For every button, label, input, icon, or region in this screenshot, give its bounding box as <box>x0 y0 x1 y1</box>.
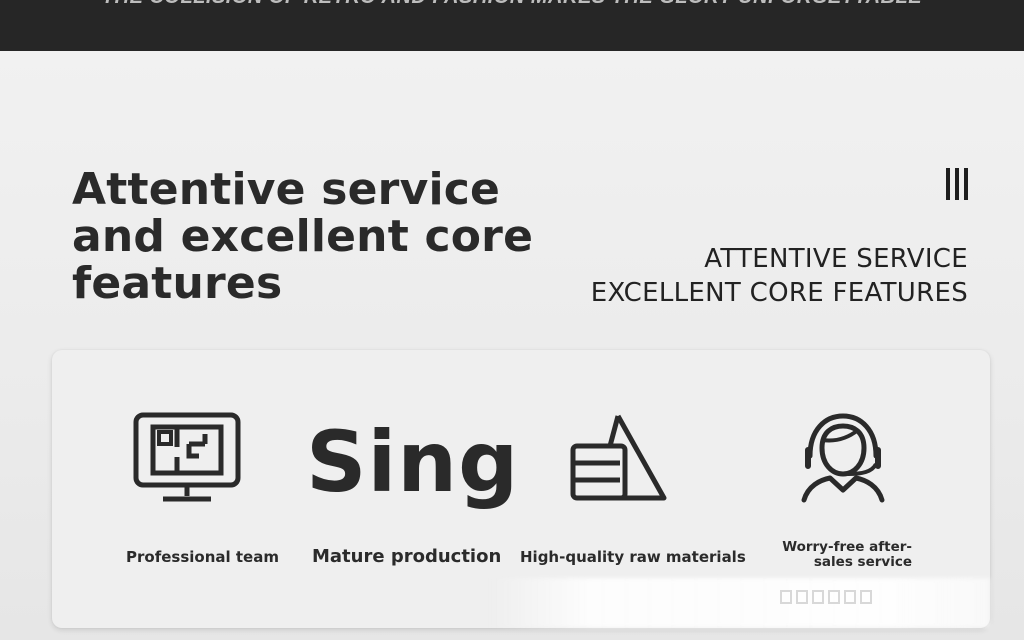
brand-word: Sing <box>306 413 520 511</box>
top-banner: THE COLLISION OF RETRO AND FASHION MAKES… <box>0 0 1024 51</box>
triangle-stack-icon <box>570 414 667 501</box>
blurred-footer-strip <box>490 578 990 628</box>
after-sales-text: Worry-free after-sales service <box>782 539 912 570</box>
faint-watermark <box>780 590 872 604</box>
headset-agent-icon <box>801 413 885 503</box>
banner-tagline: THE COLLISION OF RETRO AND FASHION MAKES… <box>0 0 1024 9</box>
subtitle-line-1: ATTENTIVE SERVICE <box>704 244 968 274</box>
bars-icon <box>946 168 970 200</box>
monitor-floorplan-icon <box>133 412 241 502</box>
subtitle-line-2: EXCELLENT CORE FEATURES <box>590 278 968 308</box>
page-title: Attentive service and excellent core fea… <box>72 164 534 309</box>
feature-label-mature-production: Mature production <box>312 546 502 567</box>
feature-label-after-sales: Worry-free after-sales service <box>752 540 912 570</box>
page-subtitle: ATTENTIVE SERVICE EXCELLENT CORE FEATURE… <box>591 242 968 310</box>
feature-label-professional-team: Professional team <box>126 548 279 566</box>
feature-label-raw-materials: High-quality raw materials <box>520 548 746 566</box>
